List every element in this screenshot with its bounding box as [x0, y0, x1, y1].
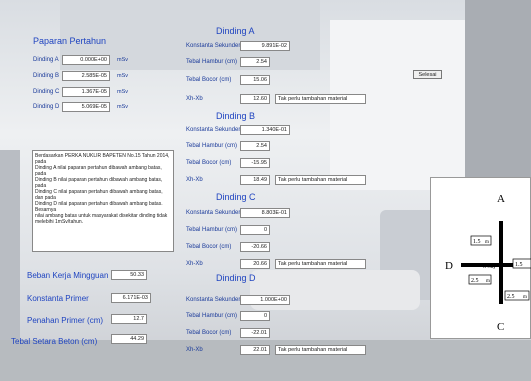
wall-c-label: C	[497, 321, 504, 333]
dinding-c-bocor-label: Tebal Bocor (cm)	[186, 244, 232, 250]
result-memo[interactable]: Berdasarkan PERKA NUKLIR BAPETEN No.15 T…	[32, 150, 174, 252]
dinding-d-note[interactable]: Tak perlu tambahan material	[275, 345, 366, 355]
room-diagram-svg: A C D 1.5 m X-Ray 2.5 m 1.5 2.5 m	[445, 193, 531, 333]
paparan-value-b[interactable]: 2.585E-05	[62, 71, 110, 81]
paparan-label-d: Dinding D	[33, 104, 60, 110]
dinding-b-xh-input[interactable]: 18.49	[240, 175, 270, 185]
tebal-setara-input[interactable]: 44.29	[111, 334, 147, 344]
dinding-b-title: Dinding B	[216, 111, 256, 121]
dinding-c-title: Dinding C	[216, 192, 256, 202]
dinding-c-xh-input[interactable]: 20.66	[240, 259, 270, 269]
dinding-b-konstanta-input[interactable]: 1.340E-01	[240, 125, 290, 135]
dinding-a-bocor-input[interactable]: 15.06	[240, 75, 270, 85]
penahan-primer-input[interactable]: 12.7	[111, 314, 147, 324]
konstanta-primer-label: Konstanta Primer	[27, 294, 89, 303]
dinding-d-xh-input[interactable]: 22.01	[240, 345, 270, 355]
dinding-b-bocor-label: Tebal Bocor (cm)	[186, 160, 232, 166]
dinding-a-title: Dinding A	[216, 26, 255, 36]
xray-center-label: X-Ray	[483, 264, 496, 269]
dinding-c-note[interactable]: Tak perlu tambahan material	[275, 259, 366, 269]
dim-top-unit: m	[485, 240, 489, 245]
dinding-b-note[interactable]: Tak perlu tambahan material	[275, 175, 366, 185]
paparan-label-c: Dinding C	[33, 89, 60, 95]
dinding-c-konstanta-label: Konstanta Sekunder	[186, 210, 241, 216]
dinding-b-hambur-input[interactable]: 2.54	[240, 141, 270, 151]
konstanta-primer-input[interactable]: 6.171E-03	[111, 293, 151, 303]
paparan-unit-d: mSv	[117, 104, 128, 110]
penahan-primer-label: Penahan Primer (cm)	[27, 316, 104, 325]
paparan-value-a[interactable]: 0.000E+00	[62, 55, 110, 65]
dinding-c-konstanta-input[interactable]: 8.803E-01	[240, 208, 290, 218]
paparan-value-c[interactable]: 1.367E-05	[62, 87, 110, 97]
dinding-a-xh-label: Xh-Xb	[186, 96, 203, 102]
dinding-a-konstanta-input[interactable]: 9.891E-02	[240, 41, 290, 51]
paparan-unit-b: mSv	[117, 73, 128, 79]
dinding-c-hambur-label: Tebal Hambur (cm)	[186, 227, 238, 233]
dinding-a-xh-input[interactable]: 12.60	[240, 94, 270, 104]
dinding-d-konstanta-label: Konstanta Sekunder	[186, 297, 241, 303]
dinding-c-bocor-input[interactable]: -20.66	[240, 242, 270, 252]
dinding-b-hambur-label: Tebal Hambur (cm)	[186, 143, 238, 149]
paparan-title: Paparan Pertahun	[33, 36, 107, 46]
dinding-c-xh-label: Xh-Xb	[186, 261, 203, 267]
dim-left-unit: m	[486, 279, 490, 284]
tebal-setara-label: Tebal Setara Beton (cm)	[11, 337, 98, 346]
selesai-button[interactable]: Selesai	[413, 70, 442, 79]
room-diagram: A C D 1.5 m X-Ray 2.5 m 1.5 2.5 m	[430, 177, 531, 339]
dim-right-top-value: 1.5	[515, 262, 523, 268]
dinding-b-xh-label: Xh-Xb	[186, 177, 203, 183]
paparan-value-d[interactable]: 5.069E-05	[62, 102, 110, 112]
beban-label: Beban Kerja Mingguan	[27, 271, 109, 280]
paparan-unit-a: mSv	[117, 57, 128, 63]
dinding-a-bocor-label: Tebal Bocor (cm)	[186, 77, 232, 83]
dinding-a-konstanta-label: Konstanta Sekunder	[186, 43, 241, 49]
paparan-unit-c: mSv	[117, 89, 128, 95]
dinding-b-bocor-input[interactable]: -15.95	[240, 158, 270, 168]
paparan-label-a: Dinding A	[33, 57, 59, 63]
dinding-d-xh-label: Xh-Xb	[186, 347, 203, 353]
dinding-b-konstanta-label: Konstanta Sekunder	[186, 127, 241, 133]
dinding-a-hambur-label: Tebal Hambur (cm)	[186, 59, 238, 65]
dinding-d-bocor-label: Tebal Bocor (cm)	[186, 330, 232, 336]
beban-input[interactable]: 50.33	[111, 270, 147, 280]
dinding-d-bocor-input[interactable]: -22.01	[240, 328, 270, 338]
dim-right-value: 2.5	[507, 294, 515, 300]
paparan-label-b: Dinding B	[33, 73, 60, 79]
dinding-d-konstanta-input[interactable]: 1.000E+00	[240, 295, 290, 305]
dim-left-value: 2.5	[471, 278, 479, 284]
dim-top-value: 1.5	[473, 239, 481, 245]
dim-right-unit: m	[523, 295, 527, 300]
dinding-a-note[interactable]: Tak perlu tambahan material	[275, 94, 366, 104]
wall-d-label: D	[445, 260, 453, 272]
dinding-d-title: Dinding D	[216, 273, 256, 283]
dinding-d-hambur-label: Tebal Hambur (cm)	[186, 313, 238, 319]
dinding-a-hambur-input[interactable]: 2.54	[240, 57, 270, 67]
wall-a-label: A	[497, 193, 505, 205]
dinding-d-hambur-input[interactable]: 0	[240, 311, 270, 321]
dinding-c-hambur-input[interactable]: 0	[240, 225, 270, 235]
